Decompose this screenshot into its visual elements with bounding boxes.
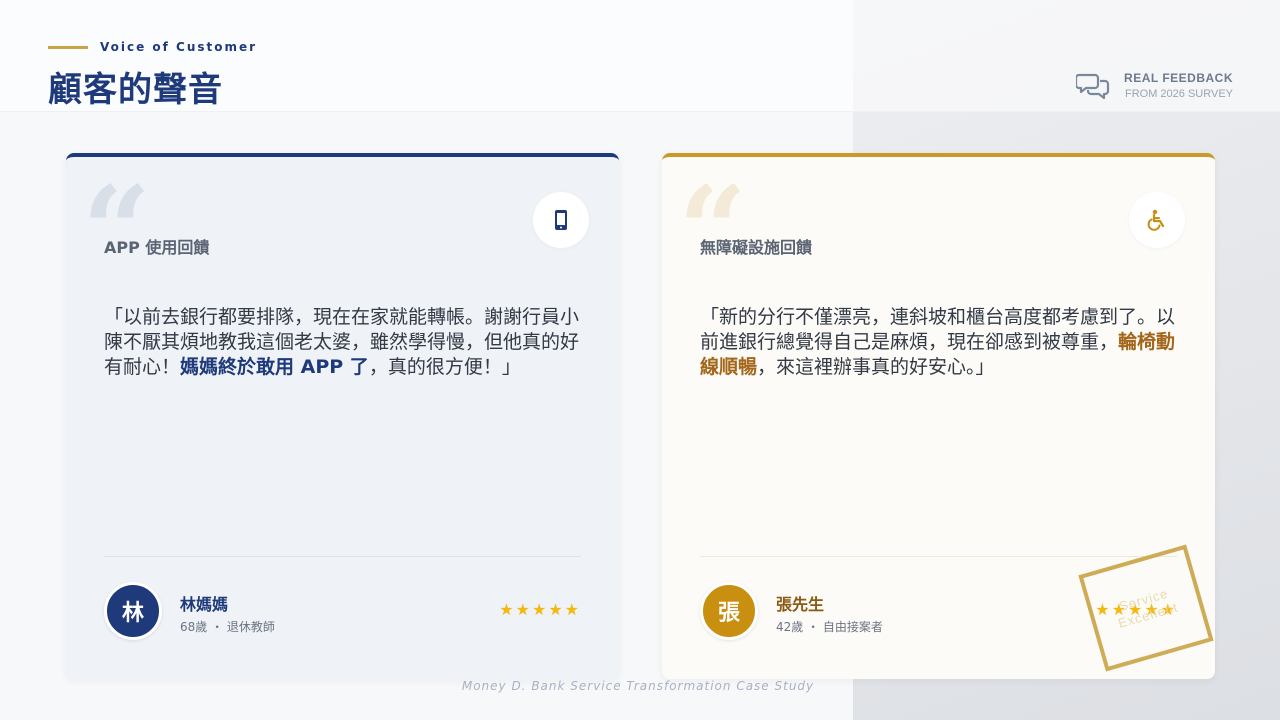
page-title: 顧客的聲音 — [48, 70, 223, 110]
feedback-card-app: “ APP 使用回饋 「以前去銀行都要排隊，現在在家就能轉帳。謝謝行員小陳不厭其… — [66, 153, 619, 679]
card-label: 無障礙設施回饋 — [700, 238, 813, 257]
star-icon: ★ — [548, 600, 563, 619]
quote-text-end: ，真的很方便！」 — [368, 356, 521, 378]
quote-mark-icon: “ — [678, 160, 748, 301]
card-label: APP 使用回饋 — [104, 238, 210, 257]
quote-mark-icon: “ — [82, 160, 152, 301]
testimonial-quote: 「以前去銀行都要排隊，現在在家就能轉帳。謝謝行員小陳不厭其煩地教我這個老太婆，雖… — [104, 305, 584, 380]
avatar: 張 — [700, 582, 758, 640]
feedback-badge: REAL FEEDBACK FROM 2026 SURVEY — [1076, 70, 1233, 100]
customer-meta: 68歲 ・ 退休教師 — [180, 620, 275, 634]
customer-name: 林媽媽 — [180, 595, 229, 614]
wheelchair-icon — [1129, 192, 1185, 248]
star-rating: ★ ★ ★ ★ ★ — [499, 602, 579, 618]
customer-name: 張先生 — [776, 595, 825, 614]
smartphone-icon — [533, 192, 589, 248]
star-icon: ★ — [515, 600, 530, 619]
quote-text-start: 「新的分行不僅漂亮，連斜坡和櫃台高度都考慮到了。以前進銀行總覺得自己是麻煩，現在… — [700, 306, 1176, 353]
divider — [104, 556, 581, 557]
footer-caption: Money D. Bank Service Transformation Cas… — [461, 679, 815, 693]
eyebrow-text: Voice of Customer — [100, 40, 258, 54]
avatar: 林 — [104, 582, 162, 640]
badge-title: REAL FEEDBACK — [1124, 70, 1233, 85]
star-icon: ★ — [564, 600, 579, 619]
customer-meta: 42歲 ・ 自由接案者 — [776, 620, 883, 634]
badge-subtitle: FROM 2026 SURVEY — [1124, 87, 1233, 100]
star-icon: ★ — [499, 600, 514, 619]
quote-highlight: 媽媽終於敢用 APP 了 — [180, 356, 369, 378]
star-icon: ★ — [531, 600, 547, 619]
eyebrow: Voice of Customer — [48, 40, 257, 54]
chat-bubbles-icon — [1076, 73, 1110, 100]
divider — [700, 556, 1177, 557]
testimonial-quote: 「新的分行不僅漂亮，連斜坡和櫃台高度都考慮到了。以前進銀行總覺得自己是麻煩，現在… — [700, 305, 1180, 380]
eyebrow-accent-line — [48, 45, 88, 49]
quote-text-end: ，來這裡辦事真的好安心。」 — [757, 356, 995, 378]
